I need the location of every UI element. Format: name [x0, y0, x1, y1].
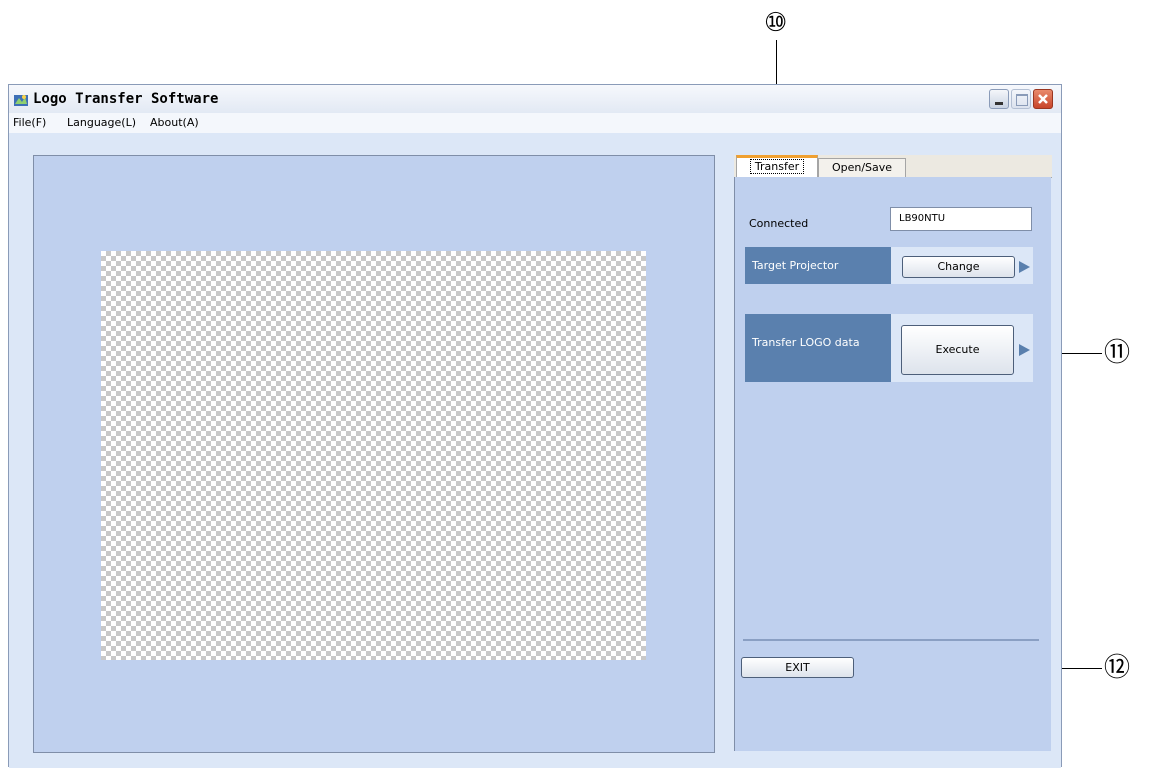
maximize-button[interactable] — [1011, 89, 1031, 109]
close-button[interactable] — [1033, 89, 1053, 109]
execute-arrow-icon — [1019, 344, 1030, 356]
title-bar[interactable]: Logo Transfer Software — [9, 85, 1061, 114]
transfer-tab-panel: Connected LB90NTU Target Projector Chang… — [734, 177, 1051, 751]
tab-strip: Transfer Open/Save — [734, 155, 1052, 178]
panel-divider — [743, 639, 1039, 641]
change-arrow-icon — [1019, 261, 1030, 273]
connected-label: Connected — [749, 217, 809, 230]
close-icon — [1038, 94, 1048, 104]
minimize-icon — [995, 102, 1003, 105]
tab-open-save[interactable]: Open/Save — [818, 158, 906, 177]
target-projector-label: Target Projector — [745, 247, 891, 284]
app-window: Logo Transfer Software File(F) Language(… — [8, 84, 1062, 768]
tab-transfer[interactable]: Transfer — [736, 155, 818, 177]
execute-button[interactable]: Execute — [901, 325, 1014, 375]
maximize-icon — [1016, 94, 1028, 106]
transfer-logo-row: Transfer LOGO data Execute — [745, 314, 1033, 382]
exit-button[interactable]: EXIT — [741, 657, 854, 678]
menu-language[interactable]: Language(L) — [67, 116, 136, 129]
logo-preview-panel — [33, 155, 715, 753]
callout-exit-number: ⑫ — [1104, 653, 1131, 683]
client-area: Transfer Open/Save Connected LB90NTU Tar… — [9, 133, 1061, 768]
window-title: Logo Transfer Software — [33, 91, 219, 107]
app-logo-icon — [14, 95, 28, 106]
transparent-image-preview — [101, 251, 646, 660]
minimize-button[interactable] — [989, 89, 1009, 109]
connected-projector-field: LB90NTU — [890, 207, 1032, 231]
transfer-logo-label: Transfer LOGO data — [745, 314, 891, 382]
callout-execute-number: ⑪ — [1104, 338, 1131, 368]
change-button[interactable]: Change — [902, 256, 1015, 278]
menu-file[interactable]: File(F) — [13, 116, 46, 129]
tab-transfer-label: Transfer — [749, 159, 805, 174]
callout-tab-number: ⑩ — [764, 8, 788, 38]
menu-bar: File(F) Language(L) About(A) — [9, 113, 1061, 133]
target-projector-row: Target Projector Change — [745, 247, 1033, 284]
menu-about[interactable]: About(A) — [150, 116, 199, 129]
